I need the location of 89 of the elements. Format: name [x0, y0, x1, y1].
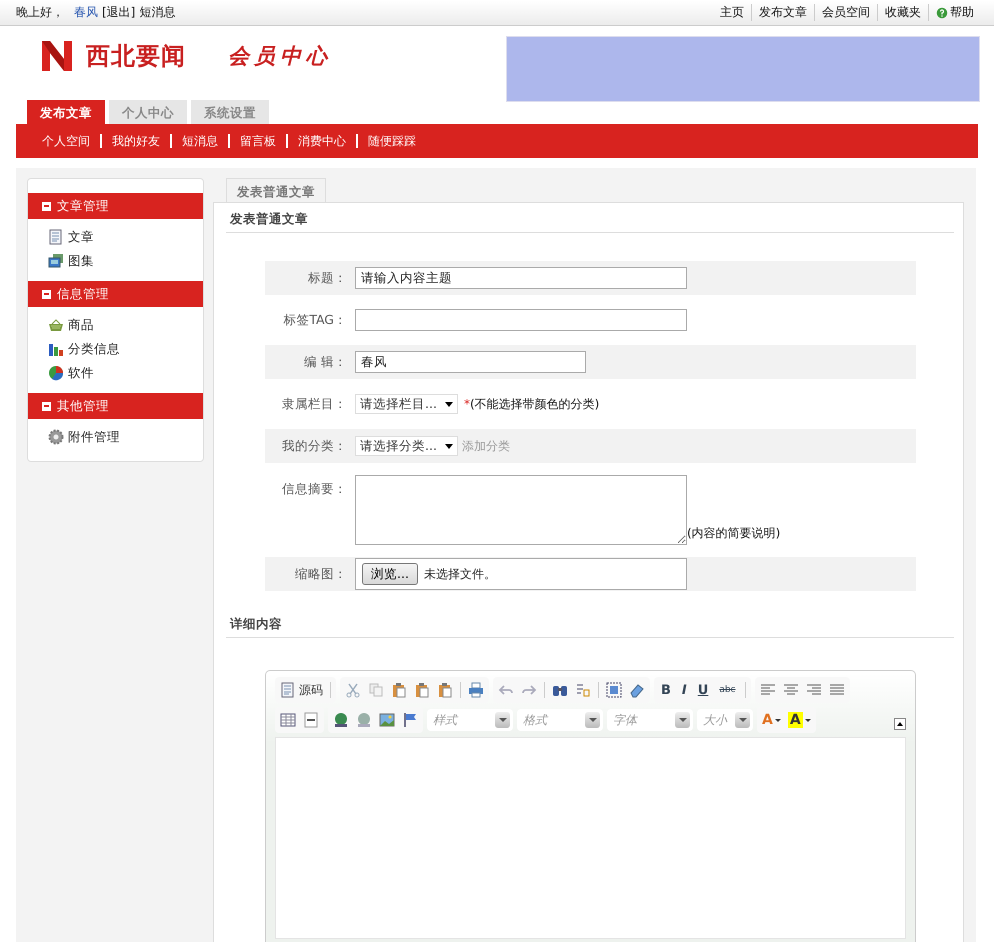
print-icon: [468, 682, 484, 698]
logout-link[interactable]: [退出]: [102, 4, 136, 21]
horizontal-rule-button[interactable]: [303, 712, 319, 728]
help-icon: [936, 6, 948, 18]
help-link[interactable]: 帮助: [950, 4, 974, 21]
copy-icon: [368, 682, 384, 698]
messages-link[interactable]: 短消息: [139, 4, 176, 21]
menu-item[interactable]: 图集: [68, 252, 94, 270]
menu-group-header[interactable]: 信息管理: [28, 281, 203, 307]
dropdown[interactable]: 请选择栏目...: [355, 394, 458, 414]
logo-icon: [40, 39, 74, 73]
unlink-icon: [356, 712, 372, 728]
hint-text: (不能选择带颜色的分类): [470, 396, 600, 412]
menu-group-header[interactable]: 文章管理: [28, 193, 203, 219]
paste-text-button[interactable]: [414, 682, 430, 698]
dropdown[interactable]: 请选择分类...: [355, 436, 458, 456]
nav-tab[interactable]: 发布文章: [27, 100, 105, 124]
field-label: 编 辑：: [303, 354, 348, 370]
sub-nav-link[interactable]: 留言板: [228, 134, 286, 148]
image-button[interactable]: [379, 712, 395, 728]
browse-button[interactable]: 浏览...: [362, 563, 418, 585]
hint-text: (内容的简要说明): [687, 525, 780, 542]
sub-nav-link[interactable]: 个人空间: [32, 134, 100, 148]
menu-item[interactable]: 商品: [68, 316, 94, 334]
top-nav-link[interactable]: 主页: [713, 4, 751, 21]
document-icon: [48, 229, 64, 245]
sub-nav-link[interactable]: 短消息: [170, 134, 228, 148]
eraser-button[interactable]: [629, 682, 645, 698]
menu-group-header[interactable]: 其他管理: [28, 393, 203, 419]
format-button[interactable]: U: [696, 682, 710, 698]
field-label: 标签TAG：: [282, 312, 348, 328]
field-label: 我的分类：: [281, 438, 348, 454]
gallery-icon: [48, 253, 64, 269]
print-button[interactable]: [468, 682, 484, 698]
field-label: 信息摘要：: [281, 480, 348, 498]
textarea-field[interactable]: [355, 475, 687, 545]
sub-nav-link[interactable]: 我的好友: [100, 134, 170, 148]
text-field[interactable]: 请输入内容主题: [355, 267, 687, 289]
format-button[interactable]: B: [659, 682, 673, 698]
anchor-button[interactable]: [402, 712, 418, 728]
site-name: 西北要闻: [86, 41, 186, 72]
image-icon: [379, 712, 395, 728]
field-label: 标题：: [307, 270, 348, 286]
bar-chart-icon: [48, 341, 64, 357]
file-status: 未选择文件。: [424, 566, 496, 582]
top-nav-link[interactable]: 发布文章: [751, 4, 814, 21]
field-label: 隶属栏目：: [281, 396, 348, 412]
table-button[interactable]: [280, 712, 296, 728]
pie-chart-icon: [48, 365, 64, 381]
gear-icon: [48, 429, 64, 445]
required-mark: *: [464, 397, 470, 411]
paste-text-icon: [414, 682, 430, 698]
top-nav-link[interactable]: 收藏夹: [877, 4, 928, 21]
paste-button[interactable]: [391, 682, 407, 698]
basket-icon: [48, 317, 64, 333]
link-button[interactable]: [333, 712, 349, 728]
link-icon: [333, 712, 349, 728]
member-center-title: 会员中心: [228, 42, 332, 70]
top-nav-link[interactable]: 会员空间: [814, 4, 877, 21]
menu-item[interactable]: 文章: [68, 228, 94, 246]
format-button[interactable]: abc: [717, 685, 738, 695]
paste-word-icon: [437, 682, 453, 698]
replace-icon: [575, 682, 591, 698]
format-button[interactable]: I: [680, 682, 689, 698]
file-field[interactable]: 浏览... 未选择文件。: [355, 558, 687, 590]
anchor-icon: [402, 712, 418, 728]
text-field[interactable]: [355, 309, 687, 331]
section-title: 发表普通文章: [226, 208, 954, 233]
paste-word-button[interactable]: [437, 682, 453, 698]
replace-button[interactable]: [575, 682, 591, 698]
collapse-toolbar-icon[interactable]: [894, 718, 906, 730]
document-icon: [280, 682, 296, 698]
paste-icon: [391, 682, 407, 698]
text-field[interactable]: 春风: [355, 351, 586, 373]
select-all-button[interactable]: [606, 682, 622, 698]
username-link[interactable]: 春风: [74, 4, 98, 21]
sub-nav-link[interactable]: 消费中心: [286, 134, 356, 148]
table-icon: [280, 712, 296, 728]
cut-icon: [345, 682, 361, 698]
menu-item[interactable]: 分类信息: [68, 340, 120, 358]
select-all-icon: [606, 682, 622, 698]
content-tab[interactable]: 发表普通文章: [226, 178, 326, 202]
eraser-icon: [629, 682, 645, 698]
sub-nav-link[interactable]: 随便踩踩: [356, 134, 426, 148]
field-label: 缩略图：: [294, 566, 348, 582]
menu-item[interactable]: 软件: [68, 364, 94, 382]
section-title: 详细内容: [226, 613, 954, 638]
menu-item[interactable]: 附件管理: [68, 428, 120, 446]
greeting-text: 晚上好，: [16, 4, 64, 21]
